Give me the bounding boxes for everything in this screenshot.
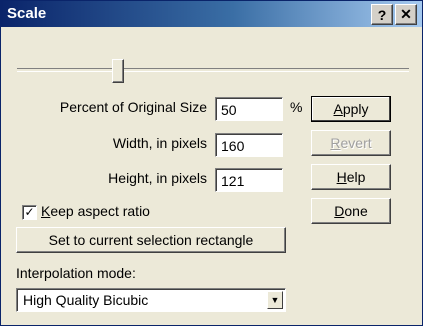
done-label-mnemonic: D xyxy=(334,203,345,219)
keep-aspect-mnemonic: K xyxy=(41,203,51,219)
help-label-post: elp xyxy=(346,169,366,185)
percent-input[interactable]: 50 xyxy=(215,97,283,121)
revert-button[interactable]: Revert xyxy=(311,130,391,156)
close-icon: ✕ xyxy=(400,6,412,22)
width-label: Width, in pixels xyxy=(112,135,207,151)
scale-slider-thumb[interactable] xyxy=(112,59,124,83)
help-icon: ? xyxy=(377,6,387,23)
height-value: 121 xyxy=(221,173,245,189)
width-input[interactable]: 160 xyxy=(215,133,283,157)
width-value: 160 xyxy=(221,138,245,154)
title-bar: Scale ? ✕ xyxy=(1,1,422,27)
title-close-button[interactable]: ✕ xyxy=(395,4,417,25)
set-selection-label: Set to current selection rectangle xyxy=(48,232,254,248)
done-label-post: one xyxy=(344,203,368,219)
revert-label-post: evert xyxy=(340,135,372,151)
chevron-down-icon: ▼ xyxy=(270,295,280,305)
apply-label-post: pply xyxy=(342,101,369,117)
keep-aspect-checkbox[interactable]: ✓ xyxy=(22,205,37,220)
set-selection-button[interactable]: Set to current selection rectangle xyxy=(16,227,286,253)
dialog-title: Scale xyxy=(7,5,47,22)
title-help-button[interactable]: ? xyxy=(371,4,393,25)
help-label-mnemonic: H xyxy=(336,169,347,185)
interpolation-value: High Quality Bicubic xyxy=(23,292,149,308)
height-label: Height, in pixels xyxy=(108,170,207,186)
interpolation-select[interactable]: High Quality Bicubic ▼ xyxy=(16,288,286,312)
dropdown-arrow-icon[interactable]: ▼ xyxy=(267,291,283,309)
revert-label-mnemonic: R xyxy=(330,135,341,151)
done-button[interactable]: Done xyxy=(311,198,391,224)
keep-aspect-label[interactable]: Keep aspect ratio xyxy=(41,203,150,219)
interpolation-label: Interpolation mode: xyxy=(16,265,136,281)
height-input[interactable]: 121 xyxy=(215,168,283,192)
scale-dialog: Scale ? ✕ Percent of Original Size 50 % … xyxy=(0,0,423,326)
help-button[interactable]: Help xyxy=(311,164,391,190)
percent-unit: % xyxy=(290,99,303,115)
scale-slider-track[interactable] xyxy=(17,68,409,72)
percent-label: Percent of Original Size xyxy=(59,99,207,115)
check-icon: ✓ xyxy=(24,205,35,219)
percent-value: 50 xyxy=(221,102,237,118)
keep-aspect-label-text: eep aspect ratio xyxy=(50,203,150,219)
apply-button[interactable]: Apply xyxy=(311,96,391,122)
apply-label-mnemonic: A xyxy=(333,101,343,117)
